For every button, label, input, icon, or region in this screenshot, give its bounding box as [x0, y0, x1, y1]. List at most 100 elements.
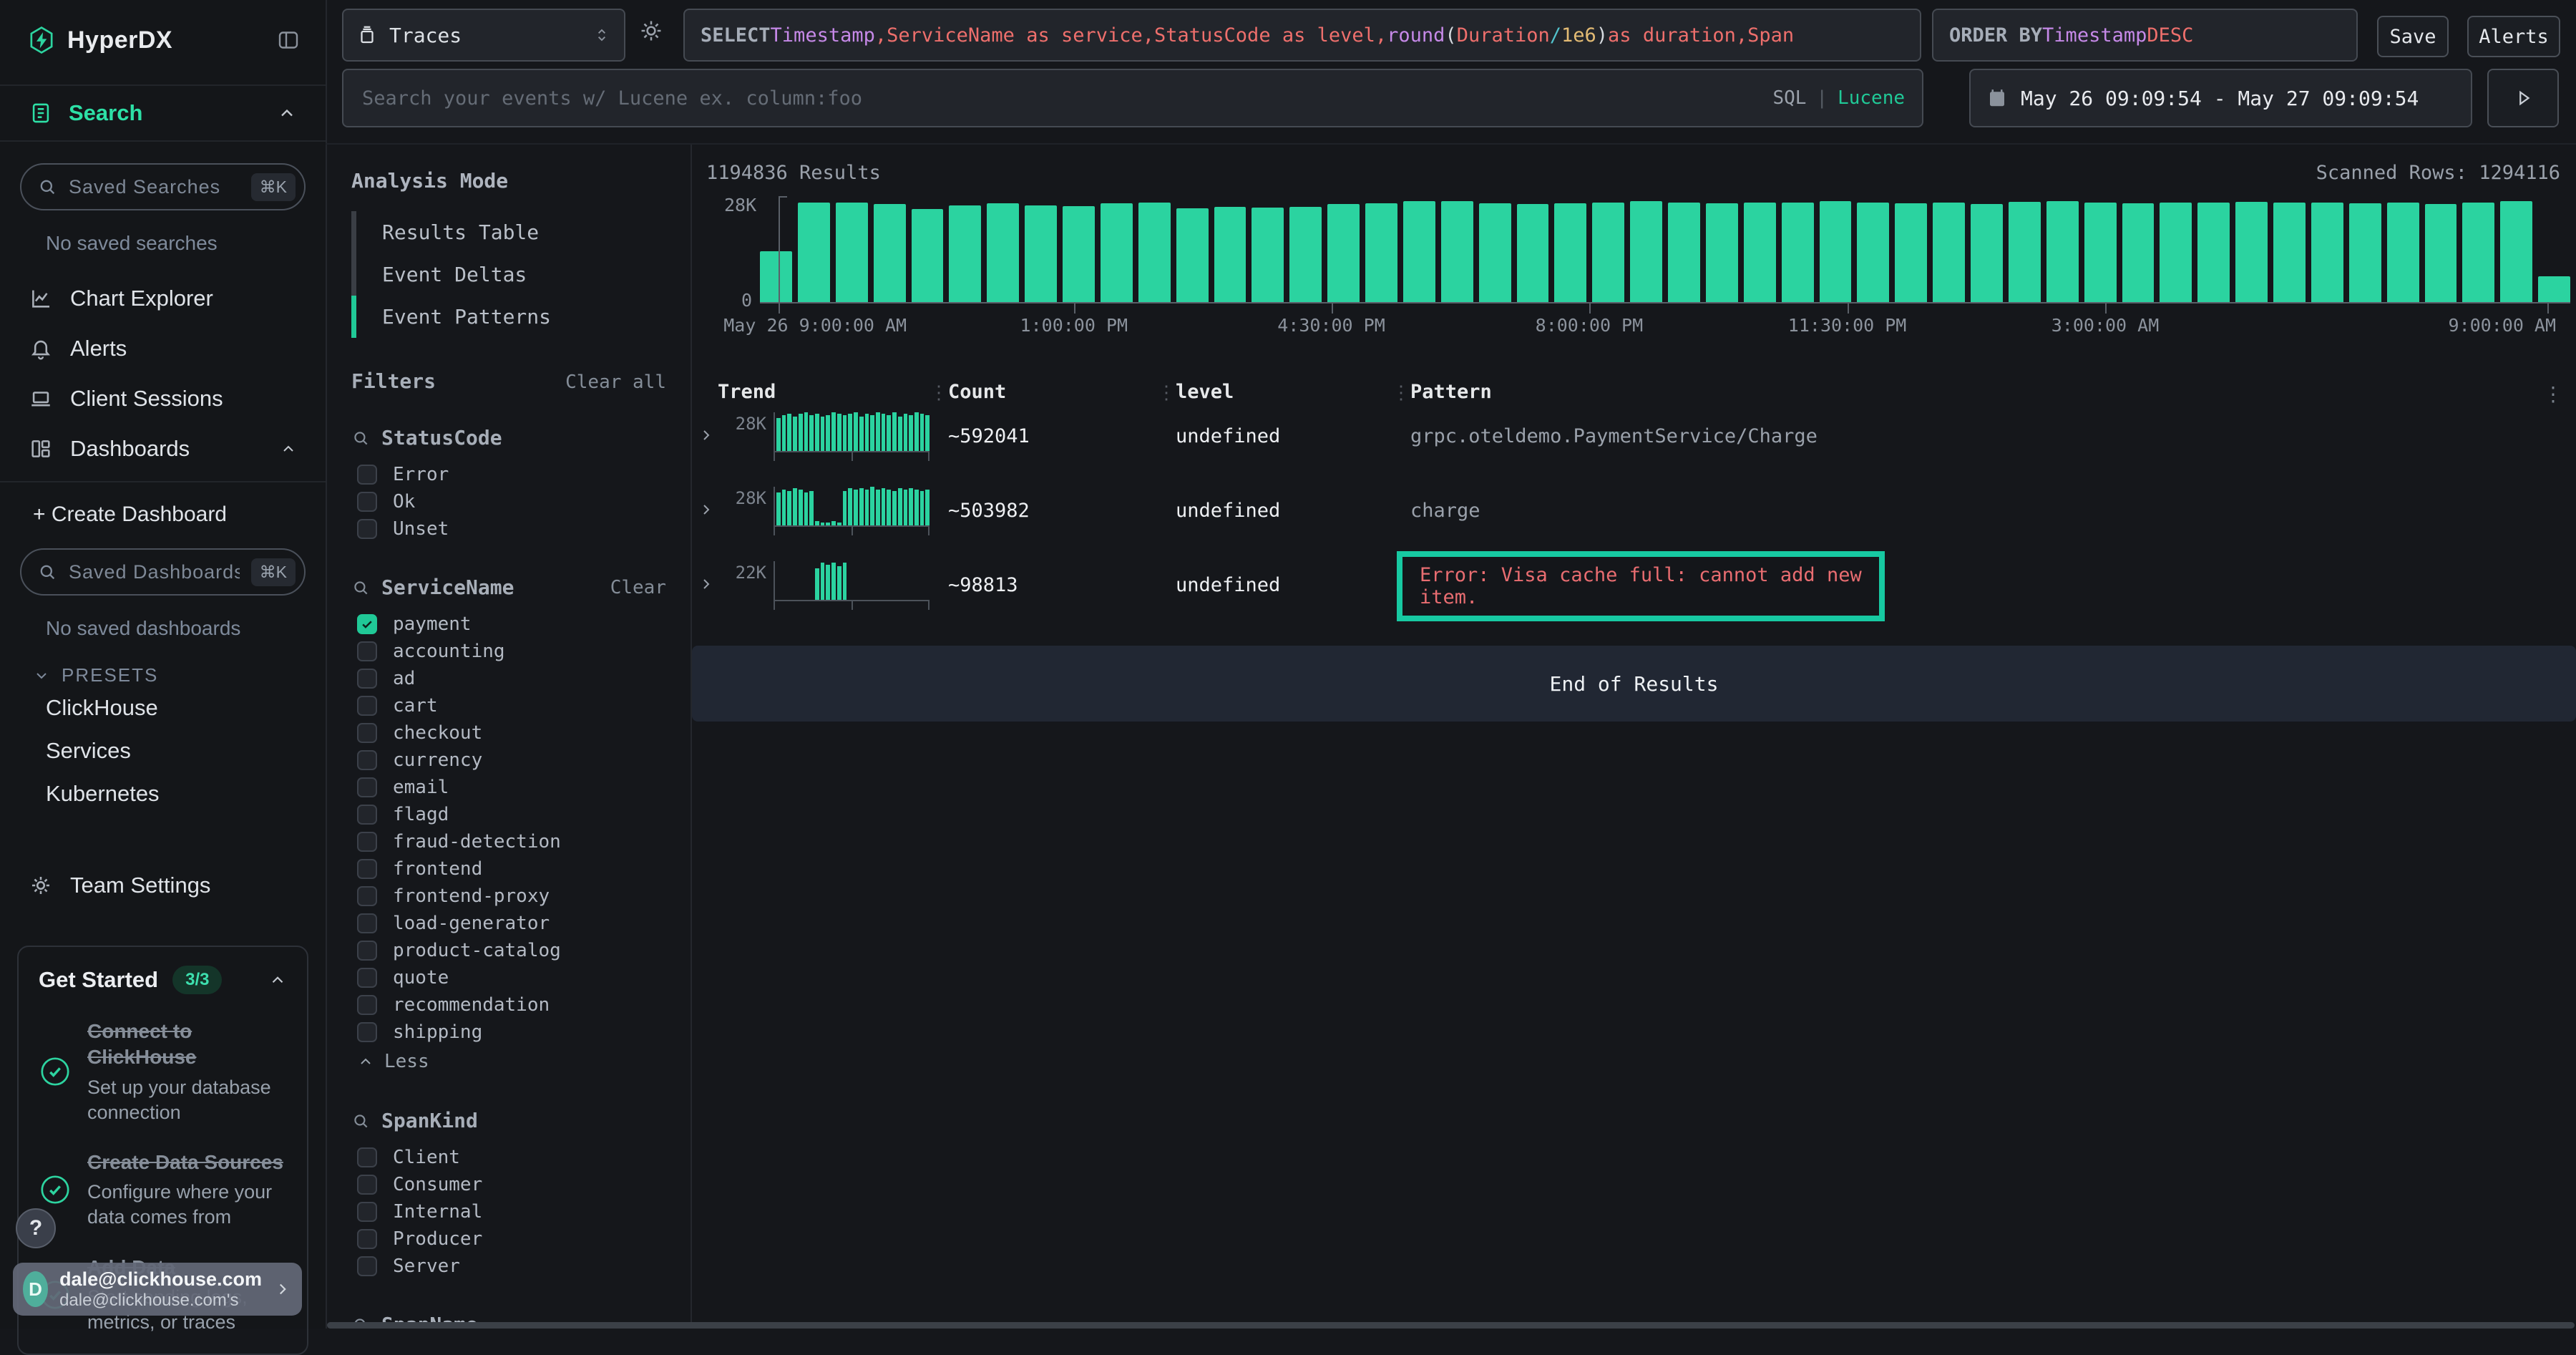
saved-dashboards-field[interactable] [67, 560, 241, 584]
language-sql[interactable]: SQL [1772, 87, 1806, 109]
sidebar-item-team-settings[interactable]: Team Settings [0, 858, 326, 913]
analysis-mode-results-table[interactable]: Results Table [351, 211, 666, 253]
checkbox[interactable] [357, 805, 377, 825]
saved-dashboards-input[interactable]: ⌘K [20, 548, 306, 596]
event-search-bar[interactable]: SQL | Lucene [342, 69, 1923, 127]
checkbox[interactable] [357, 777, 377, 797]
checkbox[interactable] [357, 913, 377, 933]
analysis-mode-event-deltas[interactable]: Event Deltas [351, 253, 666, 296]
checkbox[interactable] [357, 641, 377, 661]
checkbox[interactable] [357, 519, 377, 539]
row-expander-icon[interactable] [698, 427, 715, 444]
create-dashboard-button[interactable]: + Create Dashboard [0, 482, 326, 527]
filter-group-clear-button[interactable]: Clear [610, 577, 666, 598]
search-icon[interactable] [351, 1112, 370, 1130]
presets-toggle[interactable]: PRESETS [33, 664, 326, 686]
filter-option-client[interactable]: Client [351, 1144, 666, 1171]
filter-option-unset[interactable]: Unset [351, 515, 666, 543]
sidebar-item-alerts[interactable]: Alerts [0, 324, 326, 374]
checkbox[interactable] [357, 1175, 377, 1195]
filter-option-fraud-detection[interactable]: fraud-detection [351, 828, 666, 855]
filter-option-cart[interactable]: cart [351, 692, 666, 719]
filter-option-error[interactable]: Error [351, 461, 666, 488]
checkbox[interactable] [357, 492, 377, 512]
search-input[interactable] [361, 87, 1772, 110]
preset-item-clickhouse[interactable]: ClickHouse [0, 686, 326, 729]
checkbox[interactable] [357, 1256, 377, 1276]
user-menu[interactable]: D dale@clickhouse.com dale@clickhouse.co… [13, 1263, 302, 1316]
help-button[interactable]: ? [16, 1208, 56, 1248]
source-settings-gear-icon[interactable] [638, 17, 665, 44]
highlighted-pattern-cell[interactable]: Error: Visa cache full: cannot add new i… [1397, 551, 1885, 621]
analysis-mode-event-patterns[interactable]: Event Patterns [351, 296, 666, 338]
checkbox[interactable] [357, 723, 377, 743]
filter-option-ok[interactable]: Ok [351, 488, 666, 515]
checkbox[interactable] [357, 669, 377, 689]
checkbox[interactable] [357, 968, 377, 988]
filter-option-ad[interactable]: ad [351, 665, 666, 692]
checkbox[interactable] [357, 750, 377, 770]
filter-option-producer[interactable]: Producer [351, 1225, 666, 1253]
clear-all-filters-button[interactable]: Clear all [565, 371, 666, 393]
language-lucene[interactable]: Lucene [1838, 87, 1905, 109]
table-row[interactable]: 28K~592041undefinedgrpc.oteldemo.Payment… [692, 401, 2576, 475]
column-header-trend[interactable]: Trend [718, 381, 776, 403]
column-header-count[interactable]: Count [948, 381, 1006, 403]
saved-searches-field[interactable] [67, 175, 241, 199]
saved-searches-input[interactable]: ⌘K [20, 163, 306, 210]
row-expander-icon[interactable] [698, 501, 715, 518]
sql-orderby-editor[interactable]: ORDER BY Timestamp DESC [1932, 9, 2358, 62]
checkbox[interactable] [357, 465, 377, 485]
sidebar-item-dashboards[interactable]: Dashboards [0, 424, 326, 474]
checkbox[interactable] [357, 886, 377, 906]
show-less-toggle[interactable]: Less [351, 1047, 666, 1076]
filter-option-load-generator[interactable]: load-generator [351, 910, 666, 937]
filter-option-frontend[interactable]: frontend [351, 855, 666, 883]
checkbox[interactable] [357, 995, 377, 1015]
sidebar-item-search[interactable]: Search [0, 84, 326, 142]
preset-item-kubernetes[interactable]: Kubernetes [0, 772, 326, 815]
filter-option-flagd[interactable]: flagd [351, 801, 666, 828]
checkbox[interactable] [357, 696, 377, 716]
preset-item-services[interactable]: Services [0, 729, 326, 772]
checkbox[interactable] [357, 832, 377, 852]
filter-option-consumer[interactable]: Consumer [351, 1171, 666, 1198]
checkbox[interactable] [357, 941, 377, 961]
filter-option-internal[interactable]: Internal [351, 1198, 666, 1225]
alerts-button[interactable]: Alerts [2467, 16, 2560, 57]
column-header-pattern[interactable]: Pattern [1410, 381, 1492, 403]
filter-option-recommendation[interactable]: recommendation [351, 991, 666, 1019]
checkbox[interactable] [357, 1229, 377, 1249]
filter-option-accounting[interactable]: accounting [351, 638, 666, 665]
filter-option-checkout[interactable]: checkout [351, 719, 666, 747]
results-histogram[interactable]: 28K 0 May 26 9:00:00 AM1:00:00 PM4:30:00… [760, 200, 2570, 302]
column-header-level[interactable]: level [1176, 381, 1234, 403]
date-range-picker[interactable]: May 26 09:09:54 - May 27 09:09:54 [1969, 69, 2472, 127]
get-started-header[interactable]: Get Started 3/3 [39, 966, 287, 994]
filter-option-frontend-proxy[interactable]: frontend-proxy [351, 883, 666, 910]
search-icon[interactable] [351, 578, 370, 597]
sidebar-item-client-sessions[interactable]: Client Sessions [0, 374, 326, 424]
filter-option-server[interactable]: Server [351, 1253, 666, 1280]
filter-option-currency[interactable]: currency [351, 747, 666, 774]
checkbox[interactable] [357, 1147, 377, 1167]
sql-select-editor[interactable]: SELECT Timestamp, ServiceName as service… [683, 9, 1921, 62]
filter-option-quote[interactable]: quote [351, 964, 666, 991]
checkbox[interactable] [357, 859, 377, 879]
get-started-item-title[interactable]: Connect to ClickHouse [87, 1019, 287, 1071]
checkbox-checked[interactable] [357, 614, 377, 634]
get-started-item-title[interactable]: Create Data Sources [87, 1150, 287, 1175]
filter-option-email[interactable]: email [351, 774, 666, 801]
row-expander-icon[interactable] [698, 575, 715, 593]
checkbox[interactable] [357, 1202, 377, 1222]
filter-option-product-catalog[interactable]: product-catalog [351, 937, 666, 964]
table-row[interactable]: 28K~503982undefinedcharge [692, 475, 2576, 550]
filter-option-payment[interactable]: payment [351, 611, 666, 638]
checkbox[interactable] [357, 1022, 377, 1042]
filter-option-shipping[interactable]: shipping [351, 1019, 666, 1046]
sidebar-item-chart-explorer[interactable]: Chart Explorer [0, 273, 326, 324]
table-row[interactable]: 22K~98813undefinedError: Visa cache full… [692, 550, 2576, 624]
horizontal-scrollbar[interactable] [327, 1322, 2575, 1329]
sidebar-collapse-icon[interactable] [275, 27, 301, 53]
source-select[interactable]: Traces [342, 9, 625, 62]
